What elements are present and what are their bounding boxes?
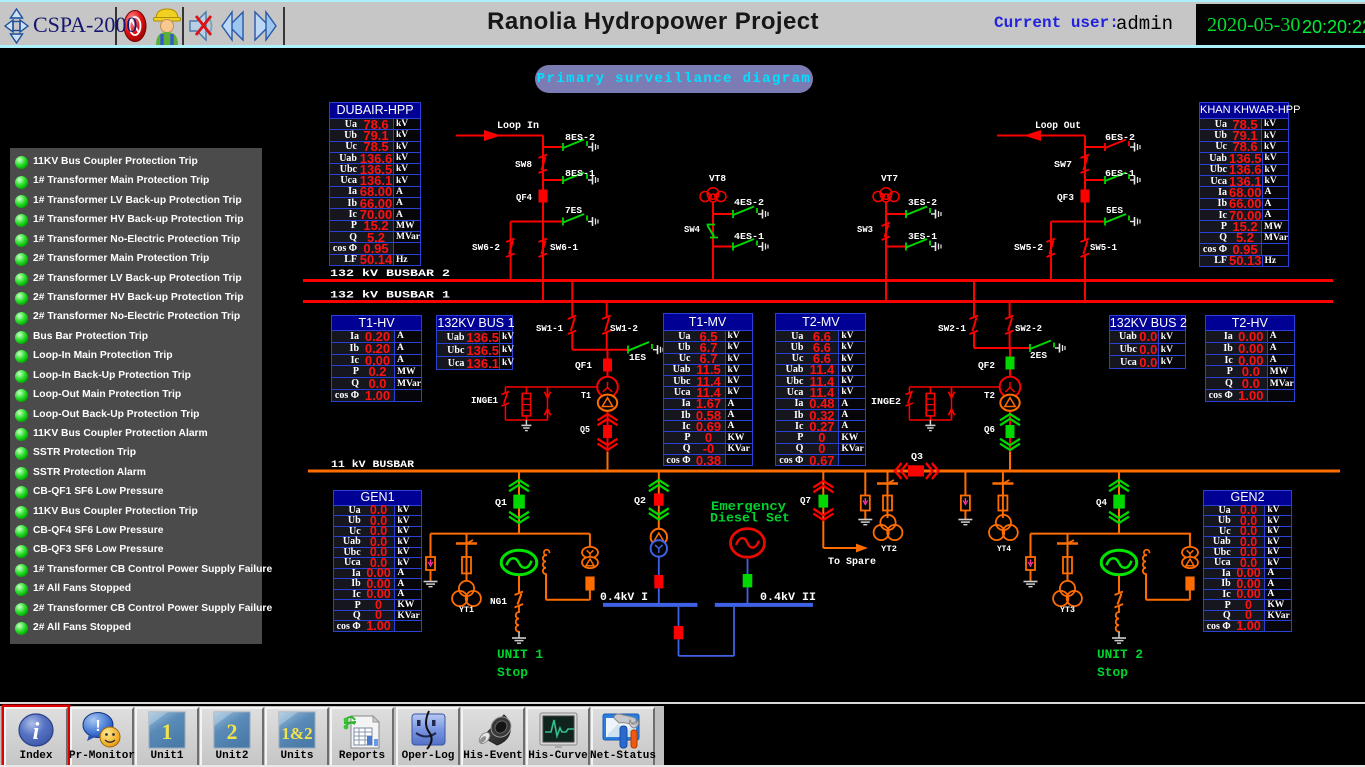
svg-text:6ES-2: 6ES-2: [1105, 132, 1135, 143]
svg-text:NG1: NG1: [490, 596, 507, 607]
svg-text:INGE2: INGE2: [871, 396, 901, 407]
svg-text:SW2-2: SW2-2: [1015, 323, 1042, 334]
svg-text:YT2: YT2: [881, 544, 897, 554]
svg-text:SW1-1: SW1-1: [536, 323, 563, 334]
svg-text:4ES-1: 4ES-1: [734, 231, 764, 242]
svg-text:Q1: Q1: [495, 497, 507, 508]
svg-text:INGE1: INGE1: [471, 395, 498, 406]
svg-text:YT1: YT1: [459, 605, 474, 615]
svg-text:UNIT 2: UNIT 2: [1097, 648, 1143, 662]
svg-text:Q3: Q3: [911, 451, 923, 462]
svg-text:2ES: 2ES: [1030, 350, 1047, 361]
svg-text:SW2-1: SW2-1: [938, 323, 966, 334]
svg-text:YT4: YT4: [997, 544, 1011, 554]
svg-text:Q6: Q6: [984, 424, 995, 435]
svg-text:Q5: Q5: [580, 424, 590, 435]
svg-text:5ES: 5ES: [1106, 205, 1123, 216]
svg-text:To Spare: To Spare: [828, 557, 876, 568]
svg-text:UNIT 1: UNIT 1: [497, 648, 543, 662]
svg-text:Q2: Q2: [634, 495, 646, 506]
svg-text:VT7: VT7: [881, 173, 898, 184]
svg-text:SW3: SW3: [857, 224, 873, 235]
svg-text:QF2: QF2: [978, 360, 995, 371]
svg-text:VT8: VT8: [709, 173, 726, 184]
svg-text:4ES-2: 4ES-2: [734, 197, 764, 208]
svg-text:8ES-2: 8ES-2: [565, 132, 595, 143]
svg-text:QF1: QF1: [575, 360, 592, 371]
svg-text:T2: T2: [984, 390, 995, 401]
svg-text:SW1-2: SW1-2: [610, 323, 638, 334]
svg-text:SW8: SW8: [515, 159, 532, 170]
svg-text:Q4: Q4: [1096, 497, 1107, 508]
svg-text:1ES: 1ES: [629, 352, 646, 363]
svg-text:0.4kV I: 0.4kV I: [600, 592, 648, 604]
svg-text:QF4: QF4: [516, 192, 532, 203]
svg-text:SW7: SW7: [1054, 159, 1072, 170]
svg-text:T1: T1: [581, 390, 591, 401]
svg-text:SW5-2: SW5-2: [1014, 242, 1043, 253]
svg-text:SW5-1: SW5-1: [1090, 242, 1117, 253]
svg-text:8ES-1: 8ES-1: [565, 168, 595, 179]
svg-text:6ES-1: 6ES-1: [1105, 168, 1135, 179]
svg-text:Q7: Q7: [800, 495, 811, 506]
svg-text:1&2: 1&2: [281, 724, 312, 743]
svg-text:QF3: QF3: [1057, 192, 1074, 203]
svg-text:SW6-2: SW6-2: [472, 242, 500, 253]
svg-text:3ES-1: 3ES-1: [908, 231, 937, 242]
svg-text:Diesel Set: Diesel Set: [710, 512, 790, 526]
svg-text:1: 1: [162, 719, 173, 744]
svg-text:0.4kV II: 0.4kV II: [760, 592, 816, 604]
svg-text:SW6-1: SW6-1: [550, 242, 578, 253]
svg-text:11 kV BUSBAR: 11 kV BUSBAR: [331, 459, 415, 471]
svg-text:132 kV BUSBAR 2: 132 kV BUSBAR 2: [330, 268, 450, 280]
svg-text:SW4: SW4: [684, 224, 700, 235]
svg-text:!: !: [95, 718, 100, 735]
svg-text:Stop: Stop: [1097, 666, 1128, 680]
svg-text:3ES-2: 3ES-2: [908, 197, 937, 208]
svg-text:Loop In: Loop In: [497, 120, 539, 132]
svg-text:7ES: 7ES: [565, 205, 582, 216]
svg-text:YT3: YT3: [1060, 605, 1075, 615]
svg-text:Stop: Stop: [497, 666, 528, 680]
svg-text:i: i: [33, 719, 40, 745]
svg-text:132 kV BUSBAR 1: 132 kV BUSBAR 1: [330, 290, 450, 302]
svg-text:Loop Out: Loop Out: [1035, 120, 1081, 132]
svg-text:2: 2: [227, 719, 238, 744]
